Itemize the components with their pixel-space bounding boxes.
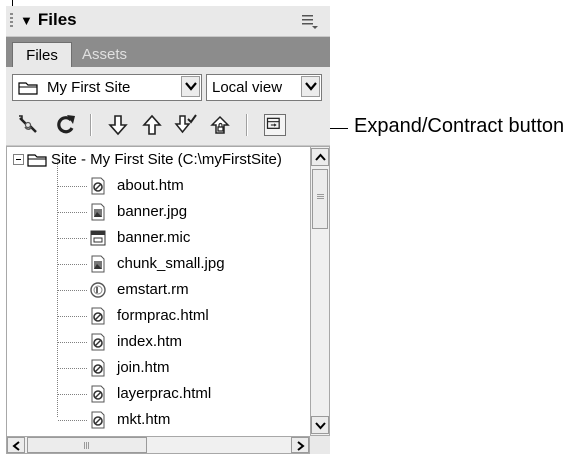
- site-select-value: My First Site: [47, 79, 131, 96]
- tab-files[interactable]: Files: [12, 42, 72, 68]
- site-dropdown-button[interactable]: [181, 76, 200, 97]
- tree-connector: [58, 394, 88, 395]
- toolbar-separator: [246, 114, 248, 136]
- html-file-icon: [91, 177, 105, 195]
- tree-root-label: Site - My First Site (C:\myFirstSite): [51, 151, 282, 168]
- put-files-icon: [142, 114, 162, 135]
- chevron-left-icon: [12, 441, 20, 451]
- html-file-icon: [91, 385, 105, 403]
- check-out-icon: [174, 114, 197, 134]
- check-in-button[interactable]: [208, 113, 232, 137]
- tree-connector: [58, 264, 88, 265]
- panel-tab-strip: Files Assets: [6, 37, 330, 68]
- panel-title-bar[interactable]: ▼ Files: [6, 6, 330, 37]
- view-dropdown-button[interactable]: [301, 76, 320, 97]
- collapse-icon[interactable]: [13, 154, 24, 165]
- get-files-button[interactable]: [106, 113, 130, 137]
- tree-connector: [58, 368, 88, 369]
- collapse-triangle-icon[interactable]: ▼: [20, 13, 33, 28]
- tree-connector: [58, 186, 88, 187]
- list-item[interactable]: chunk_small.jpg: [7, 251, 311, 277]
- expand-contract-icon: [266, 117, 280, 129]
- put-files-button[interactable]: [140, 113, 164, 137]
- horizontal-scroll-thumb[interactable]: [27, 437, 147, 453]
- check-in-icon: [210, 115, 230, 134]
- connect-button[interactable]: [16, 113, 40, 137]
- file-tree: Site - My First Site (C:\myFirstSite) ab…: [6, 146, 311, 438]
- scroll-left-button[interactable]: [7, 437, 25, 453]
- options-menu-icon[interactable]: [302, 13, 318, 29]
- tree-connector: [58, 238, 88, 239]
- refresh-button[interactable]: [54, 113, 78, 137]
- scroll-right-button[interactable]: [291, 437, 309, 453]
- tree-connector: [58, 316, 88, 317]
- list-item[interactable]: join.htm: [7, 355, 311, 381]
- list-item[interactable]: about.htm: [7, 173, 311, 199]
- list-item[interactable]: banner.mic: [7, 225, 311, 251]
- html-file-icon: [91, 307, 105, 325]
- html-file-icon: [91, 333, 105, 351]
- media-file-icon: [90, 282, 106, 298]
- panel-grip-icon[interactable]: [10, 13, 13, 29]
- toolbar-separator: [90, 114, 92, 136]
- list-item[interactable]: formprac.html: [7, 303, 311, 329]
- tree-root-row[interactable]: Site - My First Site (C:\myFirstSite): [7, 147, 311, 173]
- scroll-down-button[interactable]: [311, 416, 329, 434]
- site-select[interactable]: My First Site: [12, 74, 202, 101]
- chevron-up-icon: [315, 153, 326, 161]
- list-item[interactable]: mkt.htm: [7, 407, 311, 433]
- chevron-right-icon: [297, 441, 305, 451]
- list-item[interactable]: layerprac.html: [7, 381, 311, 407]
- view-select[interactable]: Local view: [206, 74, 322, 101]
- tree-connector: [58, 290, 88, 291]
- scrollbar-corner: [310, 436, 330, 454]
- image-file-icon: [91, 255, 105, 273]
- list-item[interactable]: banner.jpg: [7, 199, 311, 225]
- callout-label: Expand/Contract button: [354, 115, 565, 137]
- tree-connector: [58, 342, 88, 343]
- vertical-scrollbar[interactable]: [310, 146, 330, 436]
- horizontal-scrollbar[interactable]: [6, 436, 310, 454]
- html-file-icon: [91, 359, 105, 377]
- list-item[interactable]: emstart.rm: [7, 277, 311, 303]
- scroll-up-button[interactable]: [311, 148, 329, 166]
- get-files-icon: [108, 115, 128, 136]
- panel-title[interactable]: ▼ Files: [20, 10, 77, 30]
- image-file-icon: [91, 203, 105, 221]
- chevron-down-icon: [315, 422, 326, 430]
- tab-assets[interactable]: Assets: [82, 46, 127, 63]
- files-panel: ▼ Files Files Assets My First Site Local …: [6, 6, 330, 454]
- check-out-button[interactable]: [174, 113, 198, 137]
- chevron-down-icon: [305, 82, 317, 91]
- html-file-icon: [91, 411, 105, 429]
- list-item[interactable]: index.htm: [7, 329, 311, 355]
- tree-connector: [58, 420, 88, 421]
- refresh-icon: [57, 115, 75, 134]
- files-toolbar: [6, 105, 330, 146]
- expand-contract-button[interactable]: [264, 114, 286, 136]
- thumb-grip-icon: [84, 442, 90, 449]
- connect-icon: [19, 115, 37, 133]
- tree-connector: [58, 212, 88, 213]
- thumb-grip-icon: [317, 194, 324, 200]
- folder-icon: [18, 82, 38, 95]
- site-selector-bar: My First Site Local view: [6, 67, 330, 105]
- view-select-value: Local view: [212, 79, 283, 96]
- fireworks-file-icon: [90, 230, 106, 246]
- folder-icon: [27, 154, 47, 167]
- chevron-down-icon: [185, 82, 197, 91]
- vertical-scroll-thumb[interactable]: [312, 169, 328, 229]
